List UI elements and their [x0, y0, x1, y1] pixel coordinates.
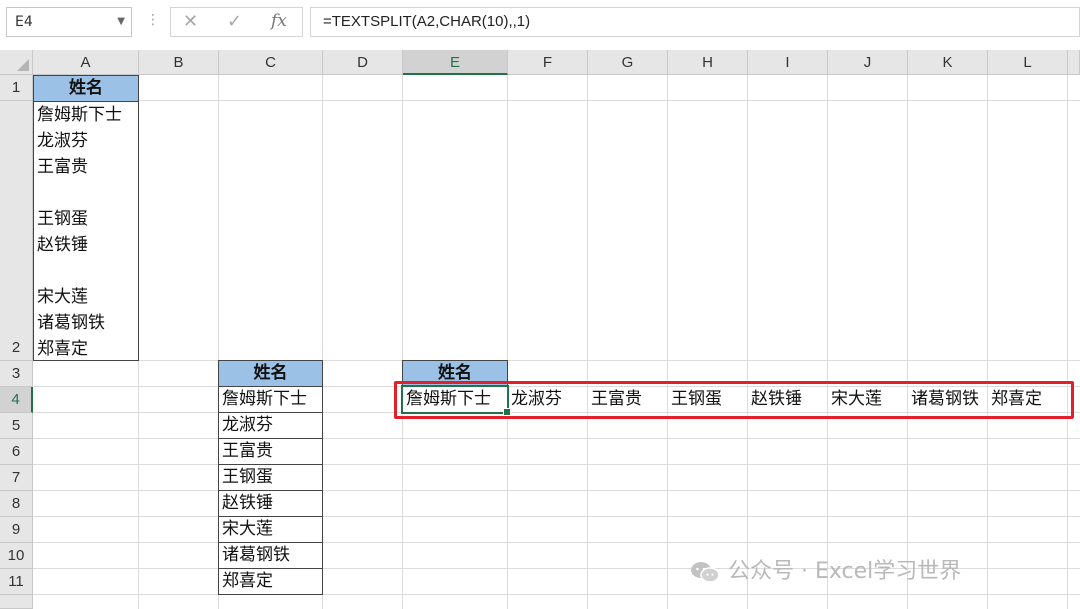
cell-c9[interactable]: 宋大莲 — [218, 516, 323, 543]
row-header-2[interactable]: 2 — [0, 101, 33, 361]
row-header-12[interactable] — [0, 595, 33, 609]
gridline — [827, 75, 828, 609]
cell-line: 赵铁锤 — [37, 235, 88, 255]
row-header-8[interactable]: 8 — [0, 491, 33, 517]
cell-line: 郑喜定 — [37, 339, 88, 359]
formula-input[interactable]: =TEXTSPLIT(A2,CHAR(10),,1) — [310, 7, 1080, 37]
cell-c6[interactable]: 王富贵 — [218, 438, 323, 465]
row-header-9[interactable]: 9 — [0, 517, 33, 543]
cell-line — [37, 180, 138, 206]
row-header-1[interactable]: 1 — [0, 75, 33, 101]
gridline — [33, 542, 1080, 543]
cell-a2[interactable]: 詹姆斯下士 龙淑芬 王富贵 王钢蛋 赵铁锤 宋大莲 诸葛钢铁 郑喜定 — [33, 101, 139, 361]
column-header-l[interactable]: L — [988, 50, 1068, 75]
column-header-d[interactable]: D — [323, 50, 403, 75]
name-box-value: E4 — [15, 14, 33, 30]
watermark: 公众号 · Excel学习世界 — [690, 553, 961, 585]
cell-line: 詹姆斯下士 — [37, 105, 122, 125]
formula-buttons: ✕ ✓ fx — [170, 7, 303, 37]
gridline — [402, 75, 403, 609]
fx-icon[interactable]: fx — [271, 11, 287, 31]
column-header-j[interactable]: J — [828, 50, 908, 75]
gridline — [667, 75, 668, 609]
cell-c5[interactable]: 龙淑芬 — [218, 412, 323, 439]
cell-a1[interactable]: 姓名 — [33, 75, 139, 102]
gridline — [747, 75, 748, 609]
gridline — [33, 594, 1080, 595]
drag-handle-icon[interactable]: ⋮ — [146, 12, 160, 28]
row-header-11[interactable]: 11 — [0, 569, 33, 595]
row-header-4[interactable]: 4 — [0, 387, 33, 413]
select-all-button[interactable] — [0, 50, 33, 75]
cancel-icon[interactable]: ✕ — [183, 11, 198, 32]
gridline — [587, 75, 588, 609]
row-header-7[interactable]: 7 — [0, 465, 33, 491]
wechat-icon — [691, 562, 720, 583]
gridline — [987, 75, 988, 609]
select-all-icon — [17, 59, 29, 71]
cell-c7[interactable]: 王钢蛋 — [218, 464, 323, 491]
column-header-m[interactable] — [1068, 50, 1080, 75]
column-header-a[interactable]: A — [33, 50, 139, 75]
row-header-6[interactable]: 6 — [0, 439, 33, 465]
row-header-10[interactable]: 10 — [0, 543, 33, 569]
column-header-g[interactable]: G — [588, 50, 668, 75]
cell-line — [37, 258, 138, 284]
highlight-box — [394, 381, 1074, 419]
cell-c3[interactable]: 姓名 — [218, 360, 323, 387]
column-header-c[interactable]: C — [219, 50, 323, 75]
cell-line: 诸葛钢铁 — [37, 313, 105, 333]
gridline — [507, 75, 508, 609]
gridline — [33, 490, 1080, 491]
column-header-f[interactable]: F — [508, 50, 588, 75]
cell-c11[interactable]: 郑喜定 — [218, 568, 323, 595]
cell-line: 宋大莲 — [37, 287, 88, 307]
column-header-i[interactable]: I — [748, 50, 828, 75]
gridline — [33, 464, 1080, 465]
gridline — [33, 438, 1080, 439]
cell-line: 王钢蛋 — [37, 209, 88, 229]
cell-c8[interactable]: 赵铁锤 — [218, 490, 323, 517]
cell-c4[interactable]: 詹姆斯下士 — [218, 386, 323, 413]
enter-icon[interactable]: ✓ — [227, 11, 242, 32]
column-header-b[interactable]: B — [139, 50, 219, 75]
name-box[interactable]: E4 ▼ — [6, 7, 132, 37]
formula-toolbar: E4 ▼ ⋮ ✕ ✓ fx =TEXTSPLIT(A2,CHAR(10),,1) — [0, 0, 1080, 50]
column-header-h[interactable]: H — [668, 50, 748, 75]
row-header-5[interactable]: 5 — [0, 413, 33, 439]
chevron-down-icon[interactable]: ▼ — [117, 8, 125, 36]
cell-c10[interactable]: 诸葛钢铁 — [218, 542, 323, 569]
column-header-k[interactable]: K — [908, 50, 988, 75]
gridline — [33, 516, 1080, 517]
gridline — [33, 360, 1080, 361]
cell-line: 王富贵 — [37, 157, 88, 177]
row-header-3[interactable]: 3 — [0, 361, 33, 387]
cell-line: 龙淑芬 — [37, 131, 88, 151]
gridline — [907, 75, 908, 609]
spreadsheet-grid[interactable]: A B C D E F G H I J K L 1 2 3 4 5 6 7 8 … — [0, 50, 1080, 609]
gridline — [1067, 75, 1068, 609]
column-header-e[interactable]: E — [403, 50, 508, 75]
watermark-text: 公众号 · Excel学习世界 — [728, 559, 962, 584]
gridline — [33, 100, 1080, 101]
